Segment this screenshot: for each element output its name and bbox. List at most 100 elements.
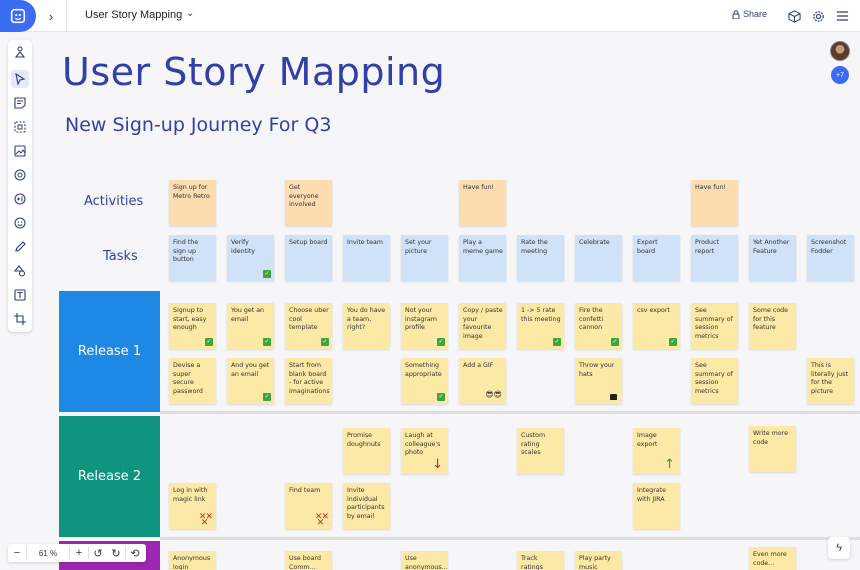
sticky-note[interactable]: Have fun! [691,180,738,226]
frame-icon[interactable] [11,118,29,136]
sticky-note[interactable]: Promise doughnuts [343,428,390,474]
arrow-up-icon: ↑ [664,457,675,472]
sticky-note[interactable]: See summary of session metrics [691,358,738,404]
sticky-note[interactable]: Choose uber cool template ✓ [285,303,332,349]
sticky-note[interactable]: Throw your hats [575,358,622,404]
sticky-note[interactable]: Fire the confetti cannon ✓ [575,303,622,349]
checkmark-icon: ✓ [669,338,677,346]
image-icon[interactable] [11,142,29,160]
sticky-note-text: Export board [637,239,658,255]
sticky-note[interactable]: Even more code... [749,547,796,570]
share-button[interactable]: Share [732,9,767,19]
sticky-note[interactable]: Get everyone involved [285,180,332,226]
select-cursor-icon[interactable] [11,70,29,88]
sticky-note[interactable]: Track ratings [517,551,564,570]
sticky-note[interactable]: Have fun! [459,180,506,226]
sticky-note-text: Laugh at colleague's photo [405,432,441,456]
sticky-note[interactable]: You do have a team, right? [343,303,390,349]
sticky-note[interactable]: Find team ✕✕ ✕ [285,483,332,529]
sticky-note[interactable]: Yet Another Feature [749,235,796,281]
frame-crop-icon[interactable] [11,310,29,328]
sticky-note[interactable]: Write more code [749,426,796,472]
sticky-note[interactable]: Celebrate [575,235,622,281]
sticky-note[interactable]: Start from blank board - for active imag… [285,358,332,404]
sticky-note[interactable]: Some code for this feature [749,303,796,349]
undo-icon[interactable]: ↺ [89,544,107,562]
sticky-note-text: Add a GIF [463,362,494,369]
checkmark-icon: ✓ [263,270,271,278]
lightning-icon[interactable]: ϟ [828,537,850,559]
tasks-label: Tasks [103,249,138,264]
chevron-right-icon[interactable]: › [40,0,62,32]
sticky-note[interactable]: Integrate with JIRA [633,483,680,529]
checkmark-icon: ✓ [205,338,213,346]
sticky-note[interactable]: Find the sign up button [169,235,216,281]
checkmark-icon: ✓ [263,393,271,401]
sticky-note[interactable]: Custom rating scales [517,428,564,474]
whiteboard-logo-icon[interactable] [0,0,36,32]
sticky-note[interactable]: Sign up for Metro Retro [169,180,216,226]
sticky-note[interactable]: Verify identity ✓ [227,235,274,281]
sticky-note[interactable]: You get an email ✓ [227,303,274,349]
sticky-note[interactable]: Use anonymous... [401,551,448,570]
emoji-smile-icon[interactable] [11,166,29,184]
sticky-note[interactable]: Signup to start, easy enough ✓ [169,303,216,349]
sticky-note[interactable]: Image export ↑ [633,428,680,474]
smiley-icon[interactable] [11,214,29,232]
sticky-note[interactable]: See summary of session metrics [691,303,738,349]
hamburger-menu-icon[interactable] [834,8,850,24]
sticky-note[interactable]: Set your picture [401,235,448,281]
sticky-note[interactable]: Setup board [285,235,332,281]
collaborate-icon[interactable] [11,43,29,61]
release-2-band[interactable]: Release 2 [59,416,160,537]
board-heading: User Story Mapping [62,50,446,94]
sticky-note[interactable]: Export board [633,235,680,281]
sticky-note-text: Have fun! [695,184,726,191]
zoom-out-button[interactable]: − [8,544,26,562]
sticky-note[interactable]: Play party music [575,551,622,570]
release-1-band[interactable]: Release 1 [59,291,160,412]
sticky-note-icon[interactable] [11,94,29,112]
sticky-note-text: Sign up for Metro Retro [173,184,210,200]
sticky-note[interactable]: And you get an email ✓ [227,358,274,404]
sticky-note[interactable]: Something appropriate ✓ [401,358,448,404]
sticky-note-text: You get an email [231,307,265,323]
plus-one-icon[interactable] [11,190,29,208]
sticky-note[interactable]: Log in with magic link ✕✕ ✕ [169,483,216,529]
pen-icon[interactable] [11,238,29,256]
sticky-note[interactable]: Add a GIF 😎😎 [459,358,506,404]
sticky-note[interactable]: csv export ✓ [633,303,680,349]
chevron-down-icon[interactable]: ⌄ [186,8,194,19]
sticky-note-text: Log in with magic link [173,487,208,503]
sticky-note[interactable]: This is literally just for the picture [807,358,854,404]
sticky-note[interactable]: Rate the meeting [517,235,564,281]
sticky-note[interactable]: Anonymous login [169,551,216,570]
sticky-note[interactable]: Screenshot Fodder [807,235,854,281]
board-title[interactable]: User Story Mapping [85,9,182,21]
sticky-note-text: Not your instagram profile [405,307,437,331]
more-collaborators-badge[interactable]: +7 [831,66,849,84]
sticky-note[interactable]: Use board Comm... [285,551,332,570]
sticky-note[interactable]: Invite individual participants by email [343,483,390,529]
gear-icon[interactable] [810,8,826,24]
text-icon[interactable] [11,286,29,304]
checkmark-icon: ✓ [321,338,329,346]
sticky-note[interactable]: Not your instagram profile ✓ [401,303,448,349]
sticky-note[interactable]: Invite team [343,235,390,281]
sticky-note-text: Play party music [579,555,611,570]
sticky-note[interactable]: Play a meme game [459,235,506,281]
zoom-level[interactable]: 61 % [27,549,69,558]
sticky-note[interactable]: Product report [691,235,738,281]
zoom-in-button[interactable]: + [70,544,88,562]
cube-icon[interactable] [786,8,802,24]
sticky-note[interactable]: 1 -> 5 rate this meeting ✓ [517,303,564,349]
sticky-note-text: Start from blank board - for active imag… [289,362,330,395]
sticky-note[interactable]: Copy / paste your favourite image [459,303,506,349]
redo-icon[interactable]: ↻ [107,544,125,562]
sticky-note[interactable]: Laugh at colleague's photo ↓ [401,428,448,474]
checkmark-icon: ✓ [437,338,445,346]
sticky-note[interactable]: Devise a super secure password [169,358,216,404]
history-icon[interactable]: ⟲ [126,544,144,562]
avatar[interactable] [830,41,850,61]
shapes-icon[interactable] [11,262,29,280]
